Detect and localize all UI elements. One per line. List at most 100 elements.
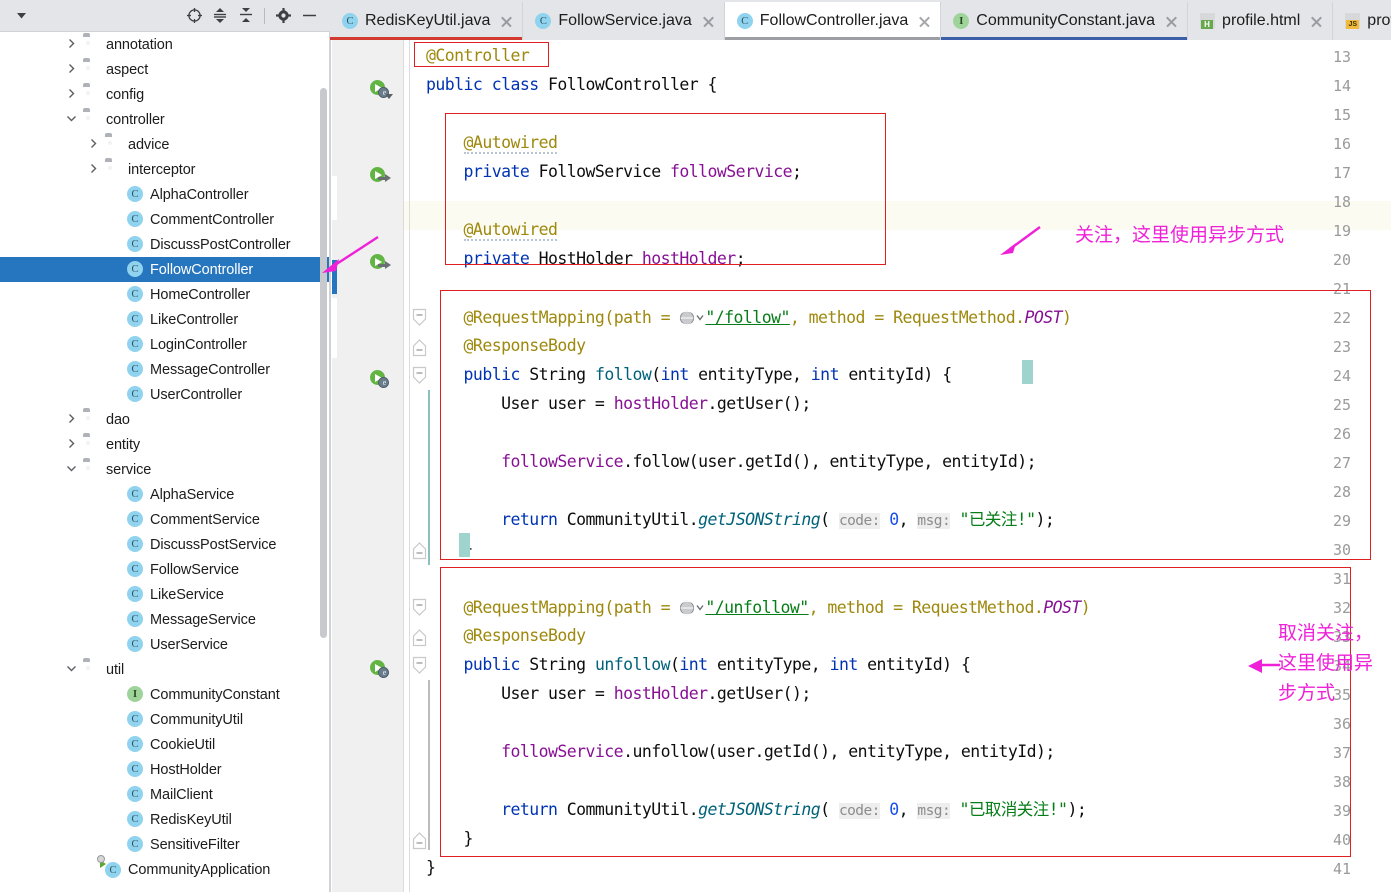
- collapse-panel-icon[interactable]: [8, 4, 34, 28]
- minimize-icon[interactable]: [296, 4, 322, 28]
- close-icon[interactable]: [916, 13, 933, 30]
- tree-item[interactable]: C FollowService: [0, 557, 330, 582]
- fold-marker[interactable]: [412, 308, 427, 328]
- chevron-right-icon[interactable]: [66, 63, 80, 77]
- tree-item-label: MessageService: [150, 611, 256, 628]
- close-icon[interactable]: [498, 13, 515, 30]
- fold-marker[interactable]: [412, 366, 427, 386]
- tree-item[interactable]: config: [0, 82, 330, 107]
- fold-marker[interactable]: [412, 830, 427, 850]
- collapse-all-icon[interactable]: [233, 4, 259, 28]
- text-caret-brace: [459, 533, 470, 557]
- tree-item[interactable]: C MailClient: [0, 782, 330, 807]
- fold-marker[interactable]: [412, 337, 427, 357]
- tree-item-label: dao: [106, 411, 130, 428]
- locate-icon[interactable]: [181, 4, 207, 28]
- panel-divider[interactable]: [329, 32, 331, 892]
- editor-tab-active[interactable]: C FollowController.java: [724, 2, 942, 40]
- chevron-down-icon[interactable]: [66, 663, 80, 677]
- tree-item[interactable]: C MessageController: [0, 357, 330, 382]
- close-icon[interactable]: [700, 13, 717, 30]
- tree-item[interactable]: C HostHolder: [0, 757, 330, 782]
- chevron-right-icon[interactable]: [66, 38, 80, 52]
- spring-bean-gutter-icon[interactable]: [370, 79, 393, 99]
- tree-item[interactable]: C MessageService: [0, 607, 330, 632]
- tree-item[interactable]: C AlphaController: [0, 182, 330, 207]
- tree-item[interactable]: C LikeService: [0, 582, 330, 607]
- annotation-arrow-follow: [998, 225, 1042, 262]
- chevron-down-icon[interactable]: [66, 463, 80, 477]
- chevron-right-icon[interactable]: [88, 138, 102, 152]
- tree-item[interactable]: C UserController: [0, 382, 330, 407]
- editor-tab[interactable]: I CommunityConstant.java: [941, 2, 1189, 40]
- class-icon: C: [127, 211, 144, 228]
- tree-item[interactable]: entity: [0, 432, 330, 457]
- fold-marker[interactable]: [412, 540, 427, 560]
- tree-item[interactable]: service: [0, 457, 330, 482]
- tree-item[interactable]: advice: [0, 132, 330, 157]
- spring-bean-gutter-icon[interactable]: [370, 369, 390, 388]
- gear-icon[interactable]: [270, 4, 296, 28]
- tree-item[interactable]: C DiscussPostController: [0, 232, 330, 257]
- class-icon: C: [127, 361, 144, 378]
- run-arrow-gutter-icon[interactable]: [370, 166, 391, 184]
- chevron-right-icon[interactable]: [88, 163, 102, 177]
- tree-item[interactable]: C AlphaService: [0, 482, 330, 507]
- gutter-divider: [403, 40, 404, 892]
- gutter-line-number: 19: [1332, 222, 1351, 240]
- tree-item[interactable]: controller: [0, 107, 330, 132]
- expand-all-icon[interactable]: [207, 4, 233, 28]
- annotation-note-follow: 关注，这里使用异步方式: [1075, 224, 1285, 246]
- tree-item-selected[interactable]: C FollowController: [0, 257, 330, 282]
- tree-item[interactable]: C UserService: [0, 632, 330, 657]
- tree-item[interactable]: util: [0, 657, 330, 682]
- tree-item[interactable]: C CommentService: [0, 507, 330, 532]
- tree-item[interactable]: annotation: [0, 32, 330, 57]
- class-icon: C: [127, 311, 144, 328]
- editor-tab[interactable]: profile.html: [1188, 2, 1334, 40]
- editor-tab[interactable]: prof: [1333, 2, 1391, 40]
- editor-gutter[interactable]: [332, 40, 404, 892]
- tree-item[interactable]: C CookieUtil: [0, 732, 330, 757]
- tree-item[interactable]: C LoginController: [0, 332, 330, 357]
- fold-marker[interactable]: [412, 598, 427, 618]
- chevron-right-icon[interactable]: [66, 438, 80, 452]
- editor-tab[interactable]: C FollowService.java: [523, 2, 725, 40]
- tree-item[interactable]: aspect: [0, 57, 330, 82]
- project-panel: annotation aspect config controller advice in…: [0, 0, 330, 892]
- fold-marker[interactable]: [412, 656, 427, 676]
- tree-item[interactable]: C RedisKeyUtil: [0, 807, 330, 832]
- tree-item[interactable]: C DiscussPostService: [0, 532, 330, 557]
- project-tree[interactable]: annotation aspect config controller advice in…: [0, 32, 330, 892]
- class-icon: C: [127, 186, 144, 203]
- tree-item[interactable]: C CommentController: [0, 207, 330, 232]
- chevron-down-icon[interactable]: [66, 113, 80, 127]
- fold-marker[interactable]: [412, 627, 427, 647]
- tree-item[interactable]: dao: [0, 407, 330, 432]
- chevron-right-icon[interactable]: [66, 88, 80, 102]
- editor-tab[interactable]: C RedisKeyUtil.java: [330, 2, 524, 40]
- chevron-right-icon[interactable]: [66, 413, 80, 427]
- tree-item[interactable]: C SensitiveFilter: [0, 832, 330, 857]
- tree-item[interactable]: I CommunityConstant: [0, 682, 330, 707]
- tree-item[interactable]: interceptor: [0, 157, 330, 182]
- spring-bean-gutter-icon[interactable]: [370, 659, 390, 678]
- tree-item[interactable]: C CommunityApplication: [0, 855, 330, 882]
- tree-item[interactable]: C LikeController: [0, 307, 330, 332]
- tree-item[interactable]: C HomeController: [0, 282, 330, 307]
- editor-tab-bar[interactable]: C RedisKeyUtil.java C FollowService.java C Fo…: [330, 0, 1391, 40]
- close-icon[interactable]: [1308, 13, 1325, 30]
- project-tree-scrollbar[interactable]: [320, 88, 327, 638]
- close-icon[interactable]: [1163, 13, 1180, 30]
- tree-item-label: service: [106, 461, 152, 478]
- tree-item[interactable]: C CommunityUtil: [0, 707, 330, 732]
- code-editor[interactable]: 1314151617181920212223242526272829303132…: [332, 40, 1391, 892]
- class-icon: C: [127, 511, 144, 528]
